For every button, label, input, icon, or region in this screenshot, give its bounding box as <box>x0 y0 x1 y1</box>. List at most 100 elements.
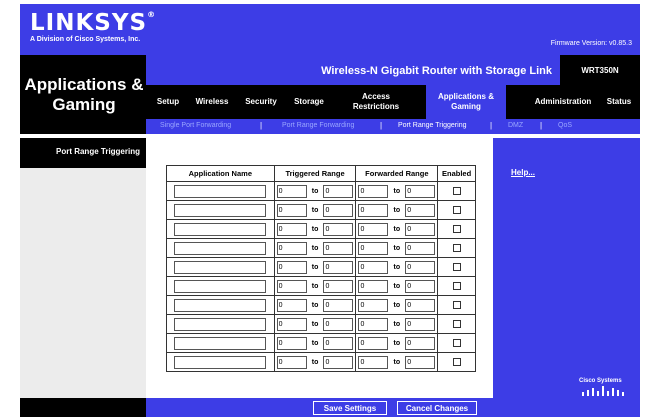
forwarded-start-input[interactable] <box>358 317 389 331</box>
subnav-port-range-forwarding[interactable]: Port Range Forwarding <box>282 122 354 129</box>
application-name-input[interactable] <box>174 336 267 350</box>
cancel-changes-button[interactable]: Cancel Changes <box>397 401 477 415</box>
forwarded-start-input[interactable] <box>358 355 389 369</box>
forwarded-end-input[interactable] <box>405 298 436 312</box>
triggered-start-input[interactable] <box>276 203 307 217</box>
forwarded-end-input[interactable] <box>405 260 436 274</box>
application-name-cell <box>166 238 275 258</box>
enabled-checkbox[interactable] <box>452 263 461 271</box>
application-name-input[interactable] <box>174 203 267 217</box>
triggered-end-input[interactable] <box>323 317 354 331</box>
triggered-end-input[interactable] <box>323 355 354 369</box>
forwarded-end-input[interactable] <box>405 317 436 331</box>
sub-navigation: Single Port Forwarding | Port Range Forw… <box>146 119 640 134</box>
tab-wireless[interactable]: Wireless <box>190 85 234 119</box>
triggered-end-input[interactable] <box>323 279 354 293</box>
triggered-start-input[interactable] <box>276 317 307 331</box>
table-header-row: Application Name Triggered Range Forward… <box>166 165 476 182</box>
table-row: to to <box>166 181 476 201</box>
forwarded-end-input[interactable] <box>405 241 436 255</box>
left-sidebar <box>20 138 146 398</box>
triggered-start-input[interactable] <box>276 279 307 293</box>
triggered-end-input[interactable] <box>323 298 354 312</box>
application-name-cell <box>166 295 275 315</box>
forwarded-start-input[interactable] <box>358 336 389 350</box>
tab-setup[interactable]: Setup <box>150 85 186 119</box>
model-number: WRT350N <box>560 55 640 85</box>
subnav-port-range-triggering[interactable]: Port Range Triggering <box>398 122 466 129</box>
forwarded-end-input[interactable] <box>405 203 436 217</box>
help-link[interactable]: Help... <box>511 168 535 177</box>
forwarded-end-input[interactable] <box>405 222 436 236</box>
enabled-checkbox[interactable] <box>452 244 461 252</box>
application-name-input[interactable] <box>174 317 267 331</box>
triggered-start-input[interactable] <box>276 260 307 274</box>
triggered-end-input[interactable] <box>323 241 354 255</box>
triggered-end-input[interactable] <box>323 336 354 350</box>
section-title-block: Applications & Gaming <box>20 55 146 134</box>
forwarded-range-cell: to <box>355 276 439 296</box>
tab-storage[interactable]: Storage <box>288 85 330 119</box>
forwarded-start-input[interactable] <box>358 260 389 274</box>
application-name-cell <box>166 314 275 334</box>
triggered-end-input[interactable] <box>323 203 354 217</box>
to-label: to <box>311 358 319 366</box>
subnav-dmz[interactable]: DMZ <box>508 122 523 129</box>
table-row: to to <box>166 276 476 296</box>
enabled-checkbox[interactable] <box>452 301 461 309</box>
to-label: to <box>393 263 401 271</box>
triggered-end-input[interactable] <box>323 260 354 274</box>
triggered-start-input[interactable] <box>276 184 307 198</box>
application-name-cell <box>166 200 275 220</box>
tab-access-restrictions[interactable]: Access Restrictions <box>346 85 406 119</box>
enabled-checkbox[interactable] <box>452 225 461 233</box>
triggered-range-cell: to <box>273 314 357 334</box>
application-name-input[interactable] <box>174 279 267 293</box>
tab-security[interactable]: Security <box>238 85 284 119</box>
product-bar: Wireless-N Gigabit Router with Storage L… <box>146 55 640 85</box>
forwarded-end-input[interactable] <box>405 184 436 198</box>
forwarded-end-input[interactable] <box>405 355 436 369</box>
triggered-start-input[interactable] <box>276 222 307 236</box>
forwarded-end-input[interactable] <box>405 279 436 293</box>
tab-applications-gaming[interactable]: Applications & Gaming <box>426 85 506 119</box>
application-name-input[interactable] <box>174 241 267 255</box>
enabled-checkbox[interactable] <box>452 320 461 328</box>
forwarded-start-input[interactable] <box>358 184 389 198</box>
triggered-end-input[interactable] <box>323 184 354 198</box>
enabled-cell <box>437 181 476 201</box>
triggered-start-input[interactable] <box>276 298 307 312</box>
forwarded-start-input[interactable] <box>358 203 389 217</box>
triggered-range-cell: to <box>273 295 357 315</box>
enabled-checkbox[interactable] <box>452 187 461 195</box>
enabled-checkbox[interactable] <box>452 282 461 290</box>
forwarded-start-input[interactable] <box>358 241 389 255</box>
application-name-input[interactable] <box>174 355 267 369</box>
application-name-input[interactable] <box>174 260 267 274</box>
subnav-separator: | <box>380 121 383 130</box>
enabled-checkbox[interactable] <box>452 339 461 347</box>
forwarded-start-input[interactable] <box>358 222 389 236</box>
triggered-end-input[interactable] <box>323 222 354 236</box>
router-admin-page: LINKSYS® A Division of Cisco Systems, In… <box>20 4 640 417</box>
table-row: to to <box>166 352 476 372</box>
forwarded-end-input[interactable] <box>405 336 436 350</box>
forwarded-range-cell: to <box>355 314 439 334</box>
subnav-qos[interactable]: QoS <box>558 122 572 129</box>
forwarded-range-cell: to <box>355 238 439 258</box>
tab-status[interactable]: Status <box>602 85 636 119</box>
save-settings-button[interactable]: Save Settings <box>313 401 387 415</box>
triggered-start-input[interactable] <box>276 241 307 255</box>
enabled-checkbox[interactable] <box>452 206 461 214</box>
application-name-input[interactable] <box>174 298 267 312</box>
triggered-start-input[interactable] <box>276 355 307 369</box>
triggered-start-input[interactable] <box>276 336 307 350</box>
tab-administration[interactable]: Administration <box>528 85 598 119</box>
subnav-single-port-forwarding[interactable]: Single Port Forwarding <box>160 122 231 129</box>
forwarded-start-input[interactable] <box>358 298 389 312</box>
forwarded-start-input[interactable] <box>358 279 389 293</box>
to-label: to <box>311 282 319 290</box>
application-name-input[interactable] <box>174 222 267 236</box>
application-name-input[interactable] <box>174 184 267 198</box>
enabled-checkbox[interactable] <box>452 358 461 366</box>
